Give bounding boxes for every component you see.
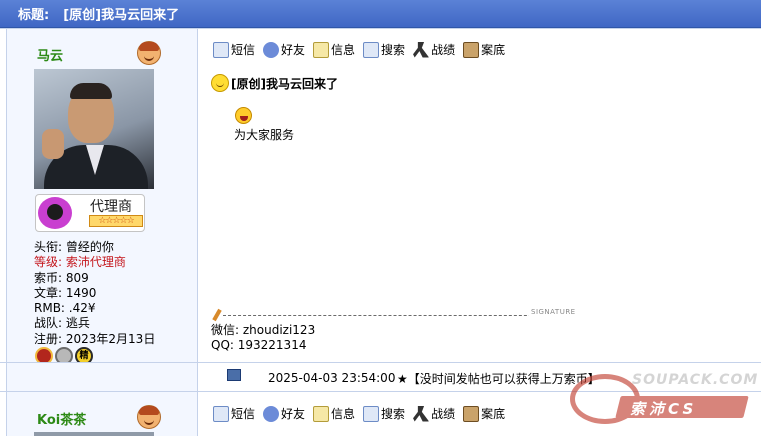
post-footer: 2025-04-03 23:54:00 ★【没时间发帖也可以获得上万索币】 [0, 362, 761, 392]
post-content: 短信 好友 信息 搜索 战绩 案底 [原创]我马云回来了 为大家服务 SIGNA… [199, 29, 761, 363]
avatar[interactable] [34, 432, 154, 436]
post-toolbar: 短信 好友 信息 搜索 战绩 案底 [213, 41, 505, 58]
search-button[interactable]: 搜索 [363, 41, 405, 58]
pencil-icon [212, 308, 222, 322]
post-title: [原创]我马云回来了 [211, 74, 338, 92]
stat-title: 头衔: 曾经的你 [34, 240, 114, 254]
stat-level: 等级: 索沛代理商 [34, 255, 126, 270]
record-icon [413, 41, 430, 58]
message-button[interactable]: 短信 [213, 405, 255, 422]
signature-line: QQ: 193221314 [211, 338, 307, 352]
post-toolbar: 短信 好友 信息 搜索 战绩 案底 [213, 405, 505, 422]
promo-link[interactable]: ★【没时间发帖也可以获得上万索币】 [397, 370, 600, 387]
post-body: 为大家服务 [234, 128, 295, 142]
message-icon [213, 405, 229, 422]
stat-rmb: RMB: .42¥ [34, 301, 96, 316]
author-name[interactable]: 马云 [37, 45, 63, 64]
rank-badge: 代理商 ☆☆☆☆☆ [35, 194, 145, 232]
message-button[interactable]: 短信 [213, 41, 255, 58]
thread-title-bar: 标题: [原创]我马云回来了 [0, 0, 761, 28]
signature-label: SIGNATURE [529, 308, 578, 316]
record-button[interactable]: 战绩 [413, 405, 455, 422]
thumbs-up-icon [42, 129, 64, 159]
signature-divider: SIGNATURE [212, 308, 578, 322]
friends-button[interactable]: 好友 [263, 405, 305, 422]
post: Koi茶茶 短信 好友 信息 搜索 战绩 案底 [0, 391, 761, 436]
case-record-button[interactable]: 案底 [463, 405, 505, 422]
thread-title-label: 标题: [18, 8, 50, 23]
search-icon [363, 405, 380, 422]
stat-posts: 文章: 1490 [34, 285, 97, 300]
laugh-emoticon-icon [235, 107, 252, 124]
record-button[interactable]: 战绩 [413, 41, 455, 58]
case-record-icon [463, 41, 480, 58]
author-name[interactable]: Koi茶茶 [37, 409, 86, 428]
author-panel: Koi茶茶 [6, 392, 198, 436]
author-stats: 头衔: 曾经的你 等级: 索沛代理商 索币: 809 文章: 1490 RMB:… [34, 240, 155, 347]
stat-team: 战队: 逃兵 [34, 316, 90, 331]
post-title-text: [原创]我马云回来了 [231, 76, 338, 91]
stat-register: 注册: 2023年2月13日 [34, 331, 156, 346]
friends-icon [263, 405, 280, 422]
stat-coins: 索币: 809 [34, 270, 89, 285]
search-button[interactable]: 搜索 [363, 405, 405, 422]
info-button[interactable]: 信息 [313, 405, 355, 422]
post: 马云 代理商 ☆☆☆☆☆ 头衔: 曾经的你 等级: 索沛代理商 索币: 809 … [0, 28, 761, 365]
penguin-icon [38, 197, 72, 229]
post-content: 短信 好友 信息 搜索 战绩 案底 [199, 392, 761, 436]
post-time: 2025-04-03 23:54:00 [268, 371, 396, 385]
rank-stars: ☆☆☆☆☆ [89, 215, 143, 227]
rank-title: 代理商 [90, 199, 132, 215]
computer-icon[interactable] [227, 369, 241, 381]
signature-line: 微信: zhoudizi123 [211, 323, 316, 337]
friends-icon [263, 41, 280, 58]
avatar[interactable] [34, 69, 154, 189]
gender-face-icon [137, 41, 161, 65]
gender-face-icon [137, 405, 161, 429]
info-icon [313, 41, 330, 58]
message-icon [213, 41, 229, 58]
info-button[interactable]: 信息 [313, 41, 355, 58]
info-icon [313, 405, 330, 422]
friends-button[interactable]: 好友 [263, 41, 305, 58]
case-record-button[interactable]: 案底 [463, 41, 505, 58]
search-icon [363, 41, 380, 58]
signature: 微信: zhoudizi123 QQ: 193221314 [211, 323, 315, 353]
case-record-icon [463, 405, 480, 422]
record-icon [413, 405, 430, 422]
thread-title: [原创]我马云回来了 [63, 8, 180, 23]
smile-icon [211, 74, 229, 92]
author-panel: 马云 代理商 ☆☆☆☆☆ 头衔: 曾经的你 等级: 索沛代理商 索币: 809 … [6, 29, 198, 365]
